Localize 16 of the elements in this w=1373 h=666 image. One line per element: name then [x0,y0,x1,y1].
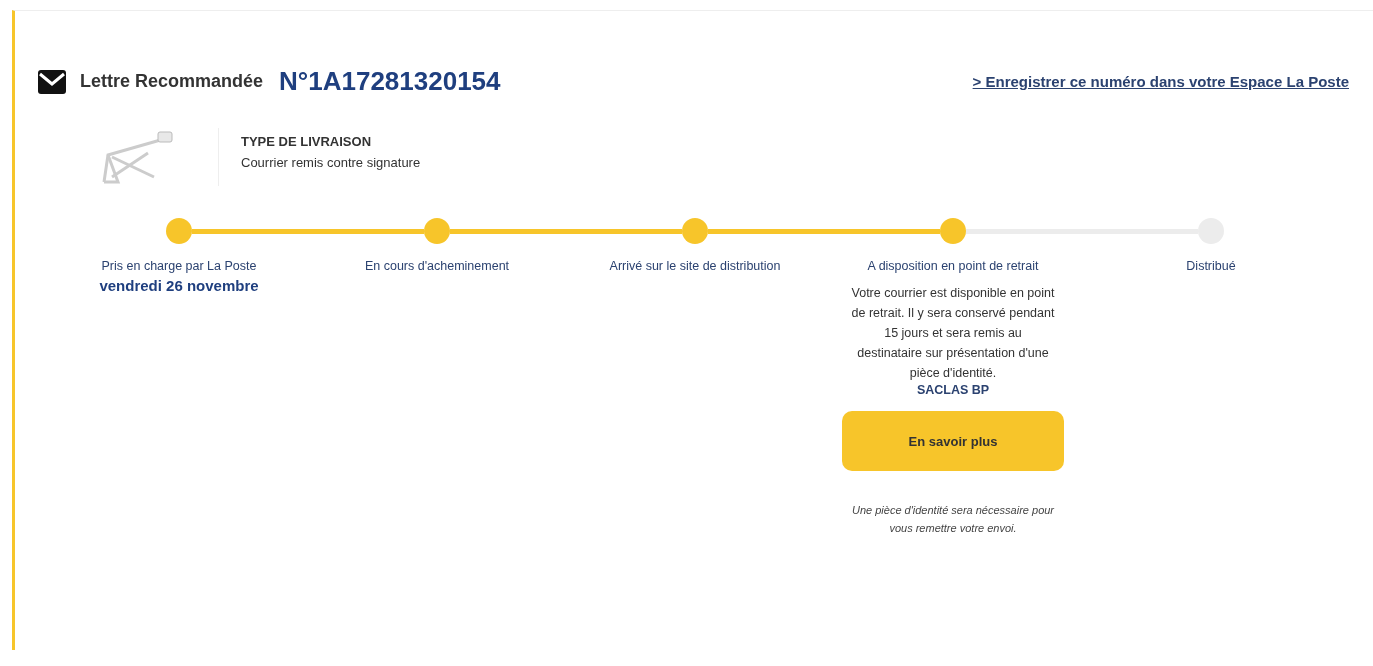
identity-note: Une pièce d'identité sera nécessaire pour vous remettre votre envoi. [850,503,1056,536]
envelope-icon [38,69,66,94]
letter-type: Lettre Recommandée [80,71,264,92]
delivery-type-title: TYPE DE LIVRAISON [241,134,373,149]
step-date: vendredi 26 novembre [99,277,259,294]
step-details: Votre courrier est disponible en point de retrait. Il y sera conservé pendant 15 jours et sera remis au destinataire sur présentation d'une pièce d'identité. [850,285,1056,382]
step-label: Arrivé sur le site de distribution [609,259,781,273]
step-label: Pris en charge par La Poste [101,259,257,273]
pickup-place: SACLAS BP [916,383,990,397]
learn-more-button[interactable]: En savoir plus [842,411,1064,471]
tracking-number: N°1A17281320154 [279,66,501,97]
step-label: Distribué [1186,259,1236,273]
step-label: En cours d'acheminement [364,259,510,273]
step-label: A disposition en point de retrait [867,259,1039,273]
delivery-type-value: Courrier remis contre signature [241,155,421,170]
register-link[interactable]: > Enregistrer ce numéro dans votre Espace La Poste [972,73,1349,90]
